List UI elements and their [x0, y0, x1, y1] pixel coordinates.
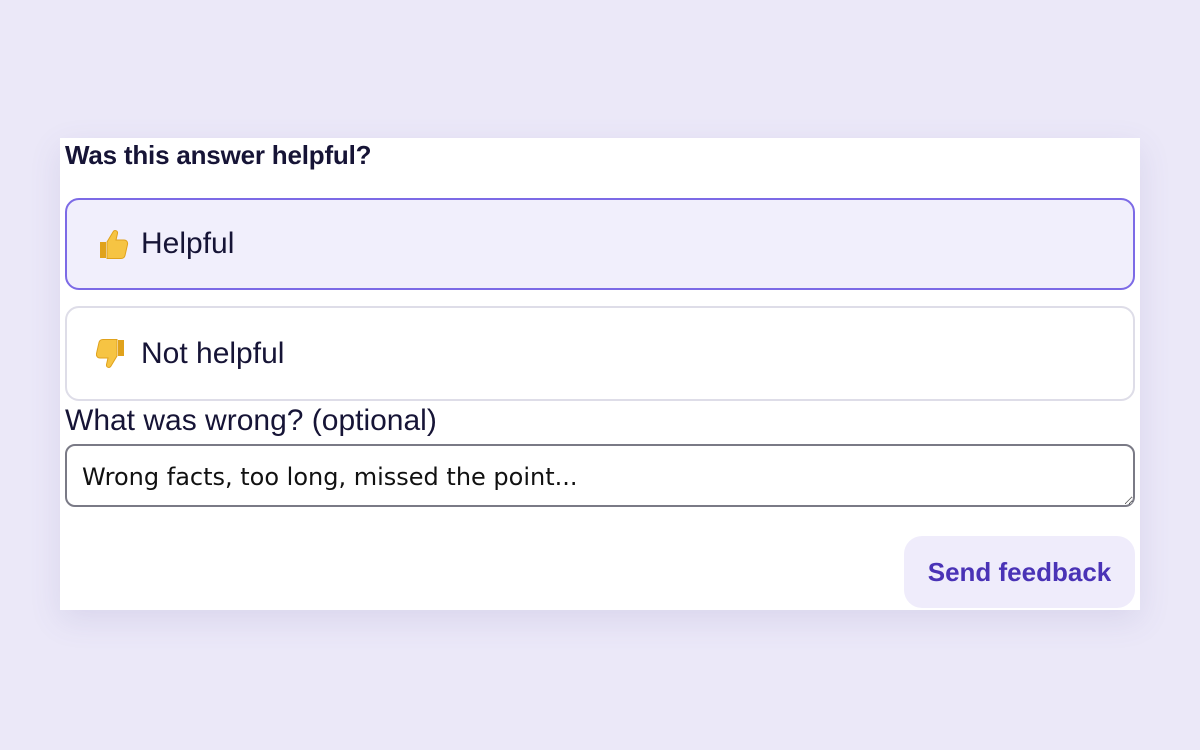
comment-textarea[interactable]: [65, 444, 1135, 507]
comment-field-wrapper: [65, 444, 1135, 507]
helpful-option-label: Helpful: [141, 227, 235, 260]
feedback-question: Was this answer helpful?: [65, 140, 372, 170]
not-helpful-option-label: Not helpful: [141, 336, 285, 370]
helpful-option[interactable]: Helpful: [65, 198, 1135, 290]
feedback-card: Was this answer helpful? Helpful Not hel…: [60, 138, 1140, 610]
send-feedback-button[interactable]: Send feedback: [904, 536, 1135, 608]
thumbs-up-icon: [94, 226, 130, 262]
comment-field-label: What was wrong? (optional): [65, 404, 437, 437]
thumbs-down-icon: [94, 336, 130, 372]
not-helpful-option[interactable]: Not helpful: [65, 306, 1135, 401]
